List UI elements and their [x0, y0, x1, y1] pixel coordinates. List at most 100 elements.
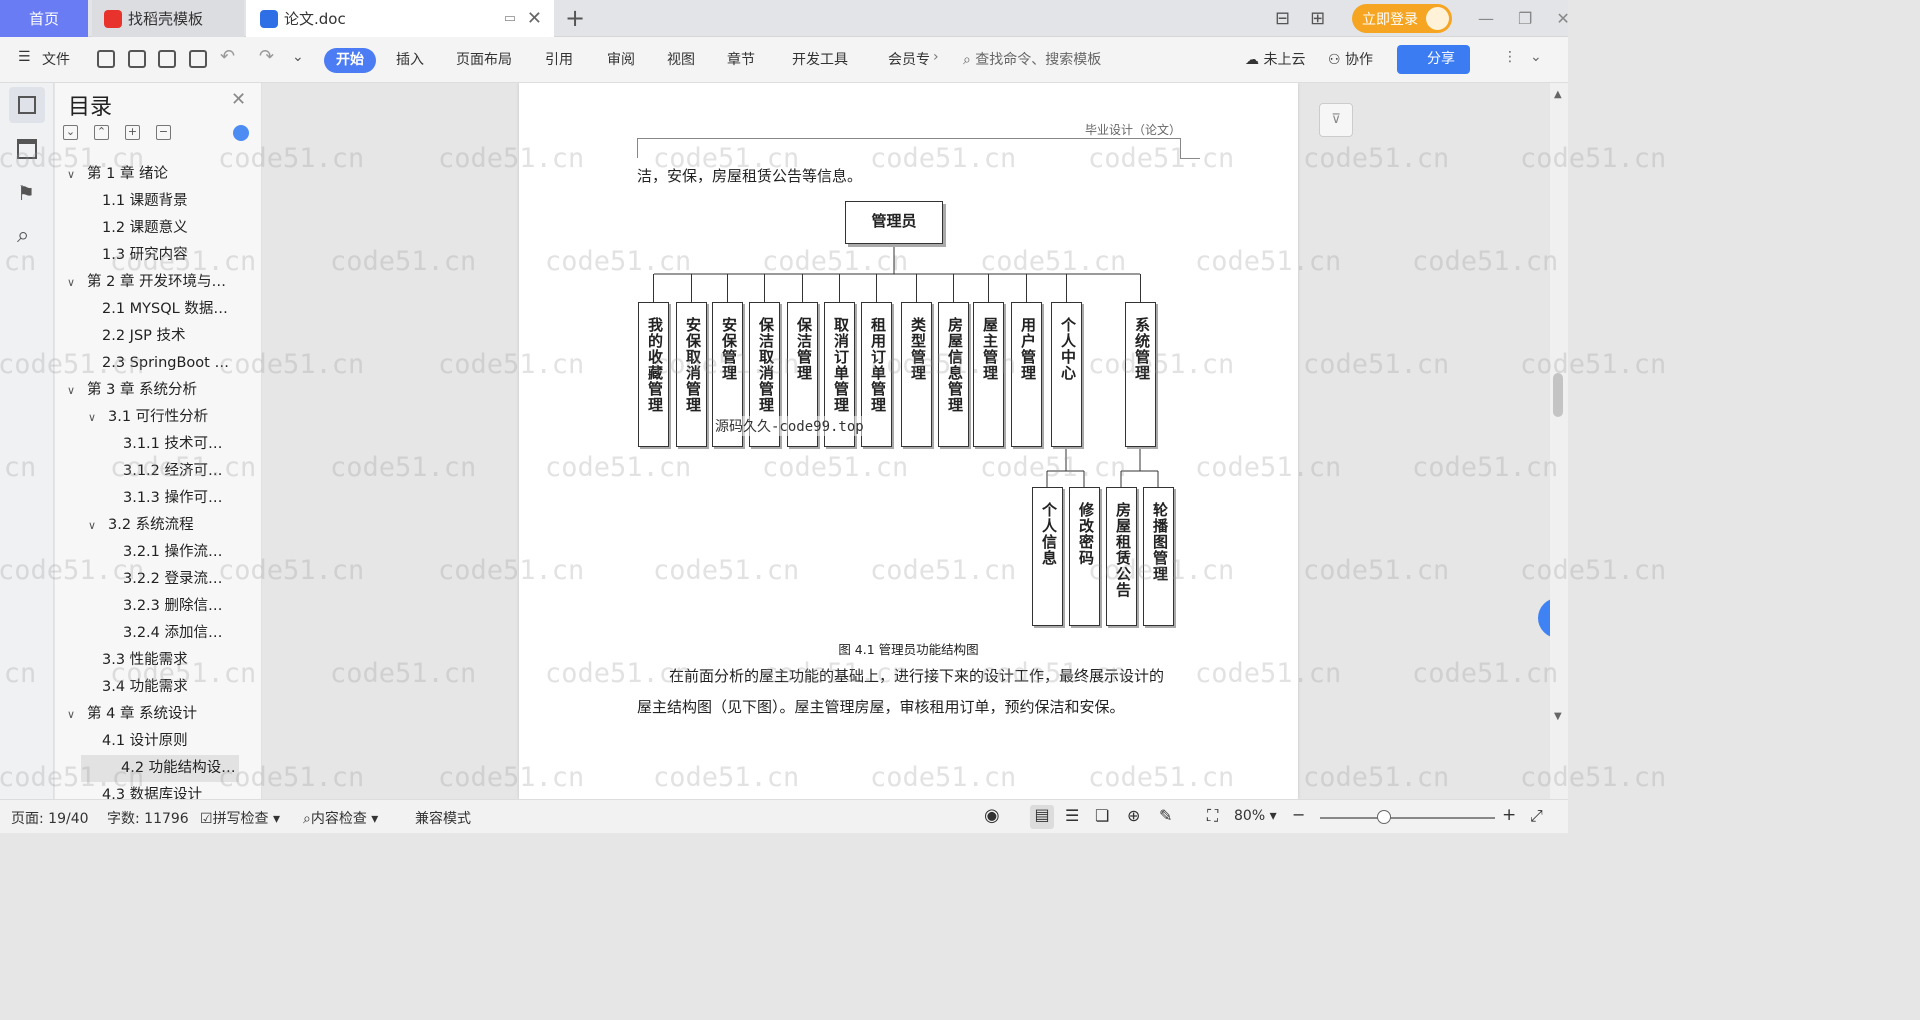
more-quick-icon[interactable]: ⌄ [292, 49, 304, 65]
close-toc-icon[interactable]: ✕ [231, 89, 246, 110]
print-icon[interactable] [158, 50, 176, 68]
toc-item[interactable]: 3.2.3 删除信… [55, 593, 223, 620]
toc-item-label: 3.1.2 经济可… [123, 463, 223, 479]
fit-page-icon[interactable]: ⛶ [1207, 806, 1218, 826]
more-options-icon[interactable]: ⋮ [1503, 49, 1517, 65]
scroll-up-icon[interactable]: ▲ [1554, 89, 1562, 100]
zoom-in-icon[interactable]: + [1502, 805, 1516, 825]
redo-icon[interactable]: ↷ [259, 46, 274, 67]
toc-item[interactable]: 4.1 设计原则 [55, 728, 188, 755]
more-tabs-icon[interactable]: › [933, 49, 939, 65]
remove-heading-icon[interactable]: − [156, 125, 171, 140]
chevron-down-icon[interactable]: ∨ [67, 161, 81, 188]
zoom-out-icon[interactable]: − [1292, 805, 1305, 824]
toc-item[interactable]: ∨ 第 4 章 系统设计 [55, 701, 197, 728]
menu-icon[interactable]: ☰ [18, 49, 31, 65]
tab-template[interactable]: 找稻壳模板 [92, 0, 244, 37]
tab-layout[interactable]: 页面布局 [456, 49, 512, 69]
file-menu[interactable]: 文件 [42, 49, 70, 69]
tab-review[interactable]: 审阅 [607, 49, 635, 69]
spell-check[interactable]: ☑拼写检查 ▾ [200, 808, 280, 828]
toc-item[interactable]: 3.4 功能需求 [55, 674, 188, 701]
export-icon[interactable] [128, 50, 146, 68]
chevron-down-icon[interactable]: ∨ [67, 269, 81, 296]
save-icon[interactable] [97, 50, 115, 68]
tab-developer[interactable]: 开发工具 [792, 49, 848, 69]
zoom-slider-handle[interactable] [1377, 810, 1391, 824]
chevron-down-icon[interactable]: ∨ [88, 512, 102, 539]
tab-references[interactable]: 引用 [545, 49, 573, 69]
toc-item[interactable]: ∨ 3.1 可行性分析 [55, 404, 208, 431]
content-check[interactable]: ⌕内容检查 ▾ [303, 808, 378, 828]
toc-item[interactable]: 4.2 功能结构设… [81, 755, 239, 782]
find-icon[interactable]: ⌕ [17, 225, 37, 247]
chapter-nav-icon[interactable] [17, 139, 37, 159]
toc-panel-toggle[interactable] [9, 87, 45, 123]
add-heading-icon[interactable]: + [125, 125, 140, 140]
fullscreen-icon[interactable]: ⤢ [1530, 806, 1543, 826]
zoom-level[interactable]: 80% ▾ [1234, 808, 1277, 824]
apps-grid-icon[interactable]: ⊞ [1310, 8, 1325, 29]
floating-panel-icon[interactable]: ⊽ [1319, 103, 1353, 137]
chevron-down-icon[interactable]: ∨ [67, 701, 81, 728]
zoom-slider[interactable] [1320, 817, 1495, 819]
toc-item[interactable]: 3.2.2 登录流… [55, 566, 223, 593]
screen-icon[interactable]: ▭ [504, 11, 516, 26]
collapse-all-icon[interactable]: ⌄ [63, 125, 78, 140]
word-count[interactable]: 字数: 11796 [107, 808, 189, 828]
new-tab-icon[interactable]: + [565, 4, 585, 32]
command-search[interactable]: ⌕ 查找命令、搜索模板 [963, 49, 1101, 69]
toc-item[interactable]: ∨ 3.2 系统流程 [55, 512, 194, 539]
toc-item[interactable]: 3.1.2 经济可… [55, 458, 223, 485]
toc-item[interactable]: 3.1.1 技术可… [55, 431, 223, 458]
chevron-down-icon[interactable]: ∨ [67, 377, 81, 404]
page-view-icon[interactable]: ▤ [1030, 805, 1054, 829]
expand-up-icon[interactable]: ⌃ [94, 125, 109, 140]
page-indicator[interactable]: 页面: 19/40 [11, 808, 89, 828]
scroll-down-icon[interactable]: ▼ [1554, 711, 1562, 722]
tab-member[interactable]: 会员专 [888, 49, 930, 69]
tab-insert[interactable]: 插入 [396, 49, 424, 69]
web-view-icon[interactable]: ⊕ [1127, 806, 1140, 825]
undo-icon[interactable]: ↶ [220, 46, 235, 67]
close-window-icon[interactable]: ✕ [1556, 9, 1569, 28]
collaborate-button[interactable]: ⚇ 协作 [1328, 49, 1373, 69]
read-view-icon[interactable]: ❏ [1095, 806, 1109, 825]
bookmark-icon[interactable]: ⚑ [17, 183, 37, 203]
outline-view-icon[interactable]: ☰ [1065, 806, 1079, 825]
toc-item[interactable]: ∨ 第 2 章 开发环境与… [55, 269, 226, 296]
toc-item[interactable]: 2.3 SpringBoot … [55, 350, 229, 377]
tab-document[interactable]: 论文.doc ▭ ✕ [246, 0, 554, 37]
toc-item[interactable]: 1.2 课题意义 [55, 215, 188, 242]
toc-item[interactable]: 2.1 MYSQL 数据… [55, 296, 228, 323]
login-button[interactable]: 立即登录 [1352, 4, 1452, 33]
layout-icon[interactable]: ⊟ [1275, 8, 1290, 29]
collapse-ribbon-icon[interactable]: ⌄ [1530, 49, 1542, 65]
toc-item[interactable]: ∨ 第 1 章 绪论 [55, 161, 168, 188]
write-view-icon[interactable]: ✎ [1159, 806, 1172, 825]
toc-item[interactable]: 3.2.1 操作流… [55, 539, 223, 566]
tab-view[interactable]: 视图 [667, 49, 695, 69]
toc-item[interactable]: 3.2.4 添加信… [55, 620, 223, 647]
toc-item[interactable]: 3.3 性能需求 [55, 647, 188, 674]
toc-item[interactable]: 2.2 JSP 技术 [55, 323, 186, 350]
document-scrollbar[interactable]: ▲ ▼ [1550, 83, 1568, 799]
toc-item[interactable]: 1.1 课题背景 [55, 188, 188, 215]
share-button[interactable]: 分享 [1397, 45, 1470, 74]
side-expand-icon[interactable]: ‹ [1538, 598, 1550, 638]
toc-item[interactable]: 3.1.3 操作可… [55, 485, 223, 512]
tab-start[interactable]: 开始 [324, 48, 376, 73]
scroll-thumb[interactable] [1553, 373, 1563, 417]
restore-icon[interactable]: ❐ [1518, 9, 1532, 28]
cloud-status[interactable]: ☁ 未上云 [1245, 49, 1305, 69]
preview-icon[interactable] [189, 50, 207, 68]
toc-item[interactable]: ∨ 第 3 章 系统分析 [55, 377, 197, 404]
tab-home[interactable]: 首页 [0, 0, 88, 37]
eye-protect-icon[interactable]: ◉ [984, 805, 1000, 826]
close-tab-icon[interactable]: ✕ [527, 8, 542, 29]
chevron-down-icon[interactable]: ∨ [88, 404, 102, 431]
ai-assistant-icon[interactable] [233, 125, 249, 141]
toc-item[interactable]: 1.3 研究内容 [55, 242, 188, 269]
minimize-icon[interactable]: — [1478, 9, 1494, 28]
tab-chapter[interactable]: 章节 [727, 49, 755, 69]
